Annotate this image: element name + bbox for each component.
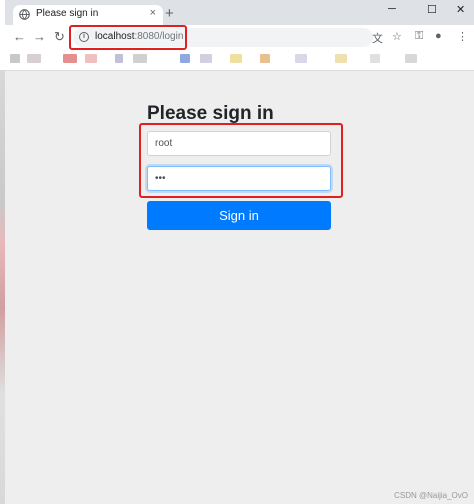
bookmark-item-blurred[interactable] bbox=[370, 54, 380, 63]
window-close-icon[interactable]: ✕ bbox=[456, 3, 465, 16]
bookmark-item-blurred[interactable] bbox=[200, 54, 212, 63]
bookmark-item-blurred[interactable] bbox=[295, 54, 307, 63]
bookmark-item-blurred[interactable] bbox=[85, 54, 97, 63]
bookmark-star-icon[interactable]: ☆ bbox=[392, 30, 402, 43]
menu-icon[interactable]: ⋮ bbox=[457, 30, 468, 43]
page-title: Please sign in bbox=[147, 103, 274, 124]
bookmarks-bar bbox=[5, 50, 474, 71]
reload-icon[interactable]: ↻ bbox=[54, 29, 65, 45]
bookmark-item-blurred[interactable] bbox=[10, 54, 20, 63]
translate-icon[interactable]: 文 bbox=[372, 30, 383, 46]
forward-icon[interactable]: → bbox=[33, 29, 46, 44]
browser-tab-bar: Please sign in × + ─ ☐ ✕ bbox=[5, 0, 474, 25]
bookmark-item-blurred[interactable] bbox=[115, 54, 123, 63]
credentials-highlight-box bbox=[139, 123, 343, 198]
bookmark-item-blurred[interactable] bbox=[180, 54, 190, 63]
account-icon[interactable]: ● bbox=[435, 30, 442, 42]
key-icon[interactable]: ⚿ bbox=[415, 30, 423, 43]
bookmark-item-blurred[interactable] bbox=[335, 54, 347, 63]
watermark: CSDN @Naijia_OvO bbox=[394, 491, 468, 500]
tab-title: Please sign in bbox=[36, 8, 99, 19]
bookmark-item-blurred[interactable] bbox=[230, 54, 242, 63]
bookmark-item-blurred[interactable] bbox=[405, 54, 417, 63]
minimize-icon[interactable]: ─ bbox=[388, 3, 396, 15]
url-highlight-box bbox=[69, 25, 187, 50]
new-tab-button[interactable]: + bbox=[165, 5, 174, 23]
sign-in-button[interactable]: Sign in bbox=[147, 201, 331, 230]
tab-close-icon[interactable]: × bbox=[150, 7, 156, 19]
maximize-icon[interactable]: ☐ bbox=[427, 3, 437, 16]
browser-tab[interactable]: Please sign in × bbox=[13, 5, 163, 25]
globe-icon bbox=[19, 9, 30, 20]
back-icon[interactable]: ← bbox=[13, 29, 26, 44]
bookmark-item-blurred[interactable] bbox=[133, 54, 147, 63]
bookmark-item-blurred[interactable] bbox=[27, 54, 41, 63]
bookmark-item-blurred[interactable] bbox=[63, 54, 77, 63]
bookmark-item-blurred[interactable] bbox=[260, 54, 270, 63]
